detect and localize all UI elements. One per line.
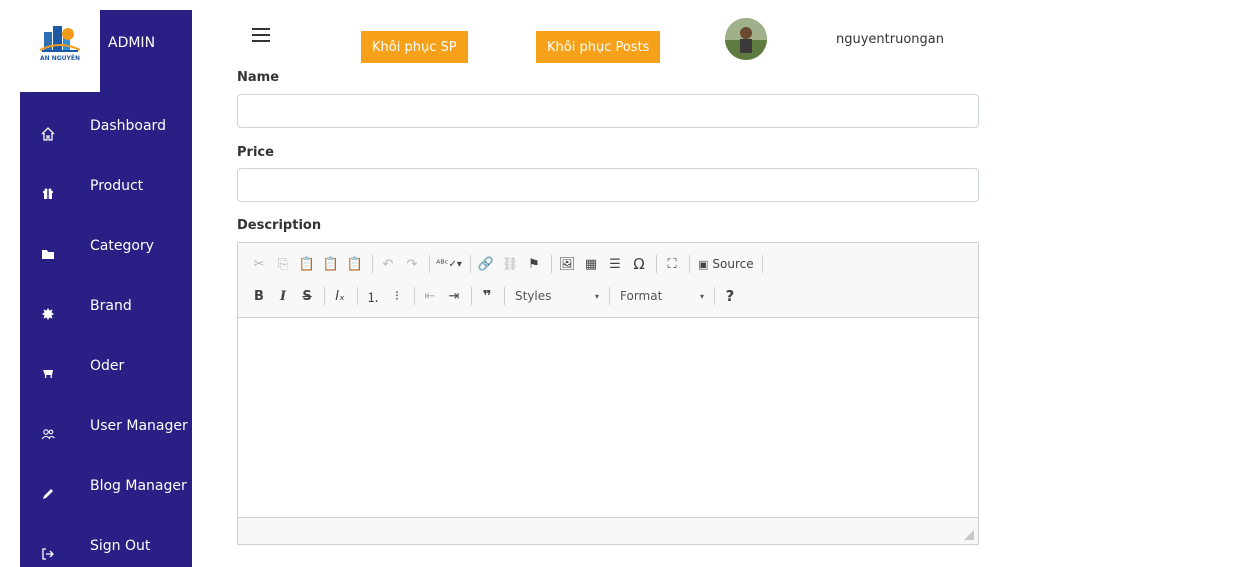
chevron-down-icon: ▾ bbox=[699, 291, 704, 301]
format-dropdown[interactable]: Format ▾ bbox=[614, 285, 710, 307]
resize-handle-icon[interactable] bbox=[964, 530, 974, 540]
help-icon[interactable]: ? bbox=[719, 285, 741, 307]
sidebar-item-label: Product bbox=[90, 178, 144, 194]
undo-icon[interactable]: ↶ bbox=[377, 253, 399, 275]
description-editor: ✂ ⎘ 📋 📋 📋 ↶ ↷ ᴬᴮᶜ✓▾ 🔗 ⛓ ⚑ 🖼 ▦ ☰ Ω ⛶ ▣ So bbox=[237, 242, 979, 545]
numbered-list-icon[interactable]: ⒈ bbox=[362, 285, 384, 307]
editor-toolbar: ✂ ⎘ 📋 📋 📋 ↶ ↷ ᴬᴮᶜ✓▾ 🔗 ⛓ ⚑ 🖼 ▦ ☰ Ω ⛶ ▣ So bbox=[238, 243, 978, 318]
sidebar-item-label: Brand bbox=[90, 298, 132, 314]
restore-posts-button[interactable]: Khôi phục Posts bbox=[536, 31, 661, 63]
sidebar-item-label: Blog Manager bbox=[90, 478, 187, 494]
special-char-icon[interactable]: Ω bbox=[628, 253, 650, 275]
sidebar-item-category[interactable]: Category bbox=[20, 234, 192, 274]
editor-footer bbox=[238, 517, 978, 544]
editor-content-area[interactable] bbox=[238, 318, 978, 518]
link-icon[interactable]: 🔗 bbox=[475, 253, 497, 275]
strikethrough-icon[interactable]: S bbox=[296, 285, 318, 307]
name-label: Name bbox=[237, 70, 280, 85]
logo-text: AN NGUYÊN bbox=[39, 55, 81, 62]
redo-icon[interactable]: ↷ bbox=[401, 253, 423, 275]
users-icon bbox=[40, 426, 56, 442]
cart-icon bbox=[40, 366, 56, 382]
certificate-icon bbox=[40, 306, 56, 322]
sidebar-item-label: Category bbox=[90, 238, 154, 254]
paste-word-icon[interactable]: 📋 bbox=[344, 253, 366, 275]
sidebar-item-label: Dashboard bbox=[90, 118, 166, 134]
sidebar: AN NGUYÊN ADMIN Dashboard Product Catego… bbox=[20, 10, 192, 567]
unlink-icon[interactable]: ⛓ bbox=[499, 253, 521, 275]
copy-icon[interactable]: ⎘ bbox=[272, 253, 294, 275]
sidebar-item-brand[interactable]: Brand bbox=[20, 294, 192, 334]
source-label: Source bbox=[712, 257, 754, 271]
sidebar-item-dashboard[interactable]: Dashboard bbox=[20, 114, 192, 154]
name-input[interactable] bbox=[237, 94, 979, 128]
price-label: Price bbox=[237, 145, 274, 160]
sidebar-title: ADMIN bbox=[108, 35, 156, 51]
sidebar-item-blog-manager[interactable]: Blog Manager bbox=[20, 474, 192, 514]
italic-icon[interactable]: I bbox=[272, 285, 294, 307]
bulleted-list-icon[interactable]: ⁝ bbox=[386, 285, 408, 307]
bold-icon[interactable]: B bbox=[248, 285, 270, 307]
remove-format-icon[interactable]: Iₓ bbox=[329, 285, 351, 307]
sidebar-item-label: Sign Out bbox=[90, 538, 151, 554]
sidebar-item-label: Oder bbox=[90, 358, 125, 374]
chevron-down-icon: ▾ bbox=[594, 291, 599, 301]
username[interactable]: nguyentruongan bbox=[836, 32, 944, 47]
sidebar-item-order[interactable]: Oder bbox=[20, 354, 192, 394]
sidebar-item-product[interactable]: Product bbox=[20, 174, 192, 214]
pencil-icon bbox=[40, 486, 56, 502]
home-icon bbox=[40, 126, 56, 142]
anchor-flag-icon[interactable]: ⚑ bbox=[523, 253, 545, 275]
folder-icon bbox=[40, 246, 56, 262]
maximize-icon[interactable]: ⛶ bbox=[661, 253, 683, 275]
horizontal-line-icon[interactable]: ☰ bbox=[604, 253, 626, 275]
indent-icon[interactable]: ⇥ bbox=[443, 285, 465, 307]
sidebar-item-user-manager[interactable]: User Manager bbox=[20, 414, 192, 454]
styles-dropdown[interactable]: Styles ▾ bbox=[509, 285, 605, 307]
styles-label: Styles bbox=[515, 289, 552, 303]
table-icon[interactable]: ▦ bbox=[580, 253, 602, 275]
menu-toggle-icon[interactable] bbox=[252, 28, 270, 42]
gift-icon bbox=[40, 186, 56, 202]
cut-icon[interactable]: ✂ bbox=[248, 253, 270, 275]
outdent-icon[interactable]: ⇤ bbox=[419, 285, 441, 307]
paste-text-icon[interactable]: 📋 bbox=[320, 253, 342, 275]
source-icon: ▣ bbox=[698, 257, 709, 271]
spellcheck-icon[interactable]: ᴬᴮᶜ✓▾ bbox=[434, 253, 464, 275]
paste-icon[interactable]: 📋 bbox=[296, 253, 318, 275]
sidebar-item-sign-out[interactable]: Sign Out bbox=[20, 534, 192, 567]
restore-products-button[interactable]: Khôi phục SP bbox=[361, 31, 468, 63]
sidebar-item-label: User Manager bbox=[90, 418, 188, 434]
description-label: Description bbox=[237, 218, 322, 233]
blockquote-icon[interactable]: ❞ bbox=[476, 285, 498, 307]
price-input[interactable] bbox=[237, 168, 979, 202]
format-label: Format bbox=[620, 289, 663, 303]
sign-out-icon bbox=[40, 546, 56, 562]
source-button[interactable]: ▣ Source bbox=[694, 257, 758, 271]
brand-logo[interactable]: AN NGUYÊN bbox=[20, 10, 100, 92]
avatar[interactable] bbox=[725, 18, 767, 60]
image-icon[interactable]: 🖼 bbox=[556, 253, 578, 275]
